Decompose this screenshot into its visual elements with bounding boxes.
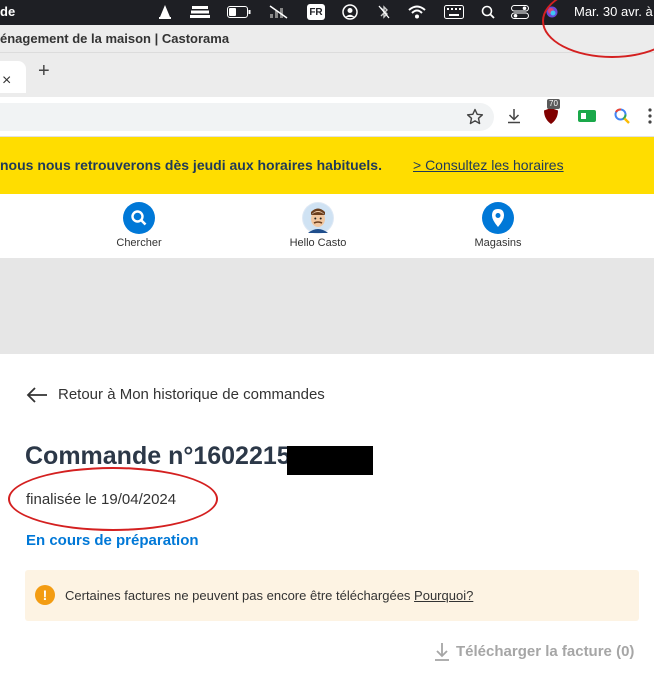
search-lens-icon[interactable]: [611, 105, 633, 127]
green-extension-icon[interactable]: [576, 105, 598, 127]
more-icon[interactable]: [646, 105, 654, 127]
banner-message: nous nous retrouverons dès jeudi aux hor…: [0, 157, 382, 173]
bookmark-star-icon[interactable]: [464, 106, 486, 128]
download-icon[interactable]: [503, 105, 525, 127]
new-tab-button[interactable]: +: [38, 60, 50, 83]
stack-icon[interactable]: [189, 3, 211, 21]
search-icon: [123, 202, 155, 234]
ublock-icon[interactable]: 70: [540, 99, 562, 127]
location-pin-icon: [482, 202, 514, 234]
active-tab[interactable]: ×: [0, 61, 26, 93]
annotation-ellipse: [8, 467, 218, 531]
info-banner: nous nous retrouverons dès jeudi aux hor…: [0, 137, 654, 194]
wifi-icon[interactable]: [407, 3, 427, 21]
menubar-app-name[interactable]: de: [0, 4, 15, 19]
keyboard-icon[interactable]: [443, 3, 465, 21]
control-center-icon[interactable]: [510, 3, 530, 21]
window-title: énagement de la maison | Castorama: [0, 31, 230, 46]
user-icon[interactable]: [341, 3, 359, 21]
vlc-icon[interactable]: [157, 3, 173, 21]
nav-label: Chercher: [116, 237, 162, 249]
arrow-left-icon: [26, 386, 47, 403]
alert-text: Certaines factures ne peuvent pas encore…: [65, 588, 473, 603]
site-nav: Chercher Hello Casto Magasins: [0, 194, 654, 258]
alert-why-link[interactable]: Pourquoi?: [414, 588, 473, 603]
keyboard-input-icon[interactable]: FR: [307, 4, 325, 20]
nav-item-hello-casto[interactable]: Hello Casto: [258, 202, 378, 249]
download-invoice-label: Télécharger la facture (0): [456, 642, 635, 660]
order-title: Commande n°1602215: [25, 442, 291, 470]
nav-item-stores[interactable]: Magasins: [438, 202, 558, 249]
content-header-band: [0, 258, 654, 354]
nav-item-search[interactable]: Chercher: [79, 202, 199, 249]
redaction-box: [287, 446, 373, 475]
download-invoice-button[interactable]: Télécharger la facture (0): [432, 640, 634, 662]
battery-icon[interactable]: [226, 3, 252, 21]
nav-label: Hello Casto: [289, 237, 347, 249]
nav-label: Magasins: [474, 237, 522, 249]
bluetooth-icon[interactable]: [376, 3, 392, 21]
browser-toolbar: 70: [0, 97, 654, 137]
avatar: [302, 202, 334, 234]
extension-badge: 70: [547, 99, 560, 109]
banner-hours-link[interactable]: > Consultez les horaires: [413, 157, 564, 173]
signal-off-icon[interactable]: [268, 3, 290, 21]
tab-strip: × +: [0, 53, 654, 97]
back-link-label: Retour à Mon historique de commandes: [58, 386, 325, 403]
invoice-alert: ! Certaines factures ne peuvent pas enco…: [25, 570, 639, 621]
address-bar[interactable]: [0, 103, 494, 131]
order-status: En cours de préparation: [26, 532, 199, 549]
warning-icon: !: [35, 585, 55, 605]
back-to-orders-link[interactable]: Retour à Mon historique de commandes: [26, 386, 325, 403]
tab-close-icon[interactable]: ×: [2, 72, 11, 90]
download-icon: [435, 643, 449, 661]
alert-message: Certaines factures ne peuvent pas encore…: [65, 588, 415, 603]
search-icon[interactable]: [480, 3, 496, 21]
